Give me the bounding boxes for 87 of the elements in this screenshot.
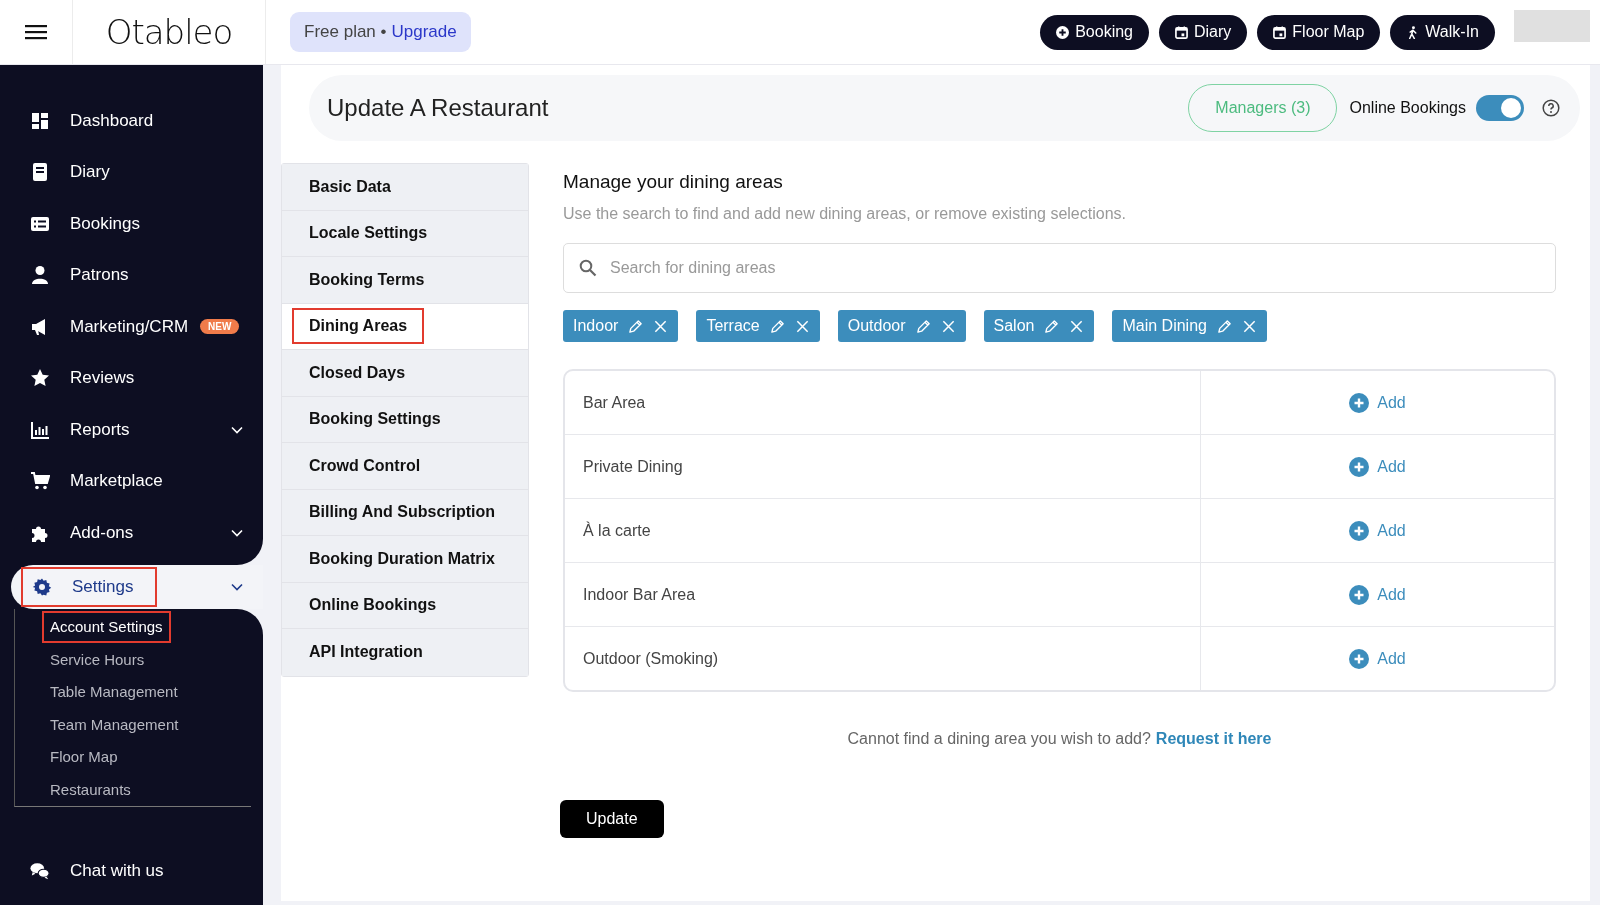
online-bookings-toggle[interactable] — [1476, 95, 1524, 121]
help-icon[interactable] — [1542, 99, 1560, 117]
edit-icon[interactable] — [915, 318, 931, 334]
add-link[interactable]: Add — [1349, 520, 1406, 541]
submenu-item[interactable]: Account Settings — [42, 610, 171, 643]
dining-area-name: Private Dining — [565, 435, 1201, 498]
submenu-item[interactable]: Table Management — [42, 675, 186, 708]
sidebar-item[interactable]: Settings — [11, 564, 263, 609]
chevron-down-icon[interactable] — [231, 582, 243, 591]
plus-circle-icon — [1349, 648, 1370, 669]
request-link[interactable]: Request it here — [1155, 730, 1272, 747]
submenu-item[interactable]: Restaurants — [42, 773, 139, 806]
sidebar-item[interactable]: Diary — [0, 146, 263, 198]
dining-area-name: Indoor Bar Area — [565, 563, 1201, 626]
settings-tab[interactable]: Booking Duration Matrix — [282, 536, 528, 583]
toggle-label: Online Bookings — [1349, 99, 1466, 117]
chip-label: Outdoor — [847, 317, 906, 335]
plus-circle-icon — [1349, 456, 1370, 477]
menu-icon[interactable] — [25, 24, 47, 40]
bar-chart-icon — [30, 419, 50, 440]
close-icon[interactable] — [1069, 318, 1085, 334]
chat-bubbles-icon — [30, 861, 50, 881]
plus-circle-icon — [1056, 25, 1070, 39]
edit-icon[interactable] — [628, 318, 644, 334]
edit-icon[interactable] — [1044, 318, 1060, 334]
settings-tab[interactable]: API Integration — [282, 629, 528, 676]
help-note: Cannot find a dining area you wish to add? — [847, 730, 1151, 747]
dashboard-icon — [30, 110, 50, 131]
header-action-button[interactable]: Booking — [1040, 14, 1149, 50]
submenu-item[interactable]: Service Hours — [42, 643, 153, 676]
header-action-button[interactable]: Diary — [1159, 14, 1248, 50]
settings-tab[interactable]: Booking Settings — [282, 396, 528, 443]
new-badge: NEW — [200, 319, 240, 335]
sidebar-item[interactable]: Marketplace — [0, 455, 263, 507]
chip-label: Main Dining — [1122, 317, 1207, 335]
dining-area-name: Outdoor (Smoking) — [565, 627, 1201, 690]
add-link[interactable]: Add — [1349, 584, 1406, 605]
sidebar-item[interactable]: Marketing/CRM NEW — [0, 301, 263, 353]
dining-area-name: Bar Area — [565, 371, 1201, 434]
settings-tab[interactable]: Locale Settings — [282, 210, 528, 257]
submenu-item[interactable]: Floor Map — [42, 740, 126, 773]
close-icon[interactable] — [794, 318, 810, 334]
settings-icon — [32, 576, 52, 597]
page-title: Update A Restaurant — [327, 94, 549, 122]
settings-tab[interactable]: Online Bookings — [282, 582, 528, 629]
sidebar-item[interactable]: Reviews — [0, 352, 263, 404]
section-description: Use the search to find and add new dining areas, or remove existing selections. — [563, 205, 1127, 223]
header-action-button[interactable]: Floor Map — [1257, 14, 1381, 50]
edit-icon[interactable] — [1216, 318, 1232, 334]
chip-label: Indoor — [573, 317, 619, 335]
settings-tab[interactable]: Booking Terms — [282, 257, 528, 304]
add-link[interactable]: Add — [1349, 456, 1406, 477]
dining-area-name: À la carte — [565, 499, 1201, 562]
cart-icon — [30, 471, 50, 492]
chat-link[interactable]: Chat with us — [0, 861, 263, 881]
chip-label: Terrace — [706, 317, 760, 335]
star-icon — [30, 368, 50, 389]
book-icon — [30, 162, 50, 183]
submenu-item[interactable]: Team Management — [42, 708, 187, 741]
close-icon[interactable] — [653, 318, 669, 334]
settings-tab[interactable]: Basic Data — [282, 164, 528, 211]
add-link[interactable]: Add — [1349, 392, 1406, 413]
plus-circle-icon — [1349, 392, 1370, 413]
sidebar-item[interactable]: Bookings — [0, 198, 263, 250]
person-icon — [30, 265, 50, 286]
sidebar-item[interactable]: Reports — [0, 404, 263, 456]
plus-circle-icon — [1349, 584, 1370, 605]
search-icon — [579, 259, 597, 277]
settings-tab[interactable]: Closed Days — [282, 350, 528, 397]
close-icon[interactable] — [940, 318, 956, 334]
calendar-icon — [1273, 25, 1287, 39]
settings-tab[interactable]: Billing And Subscription — [282, 489, 528, 536]
chip-label: Salon — [993, 317, 1035, 335]
upgrade-link[interactable]: Upgrade — [391, 22, 457, 42]
add-link[interactable]: Add — [1349, 648, 1406, 669]
close-icon[interactable] — [1241, 318, 1257, 334]
plan-label: Free plan • — [304, 22, 387, 42]
edit-icon[interactable] — [769, 318, 785, 334]
settings-tab[interactable]: Crowd Control — [282, 443, 528, 490]
sidebar-item[interactable]: Patrons — [0, 249, 263, 301]
plus-circle-icon — [1349, 520, 1370, 541]
update-button[interactable]: Update — [560, 800, 664, 838]
logo[interactable]: Otableo — [105, 12, 233, 52]
section-heading: Manage your dining areas — [563, 171, 784, 193]
header-action-button[interactable]: Walk-In — [1390, 14, 1495, 50]
search-field[interactable]: Search for dining areas — [563, 243, 1556, 293]
calendar-icon — [1175, 25, 1188, 39]
